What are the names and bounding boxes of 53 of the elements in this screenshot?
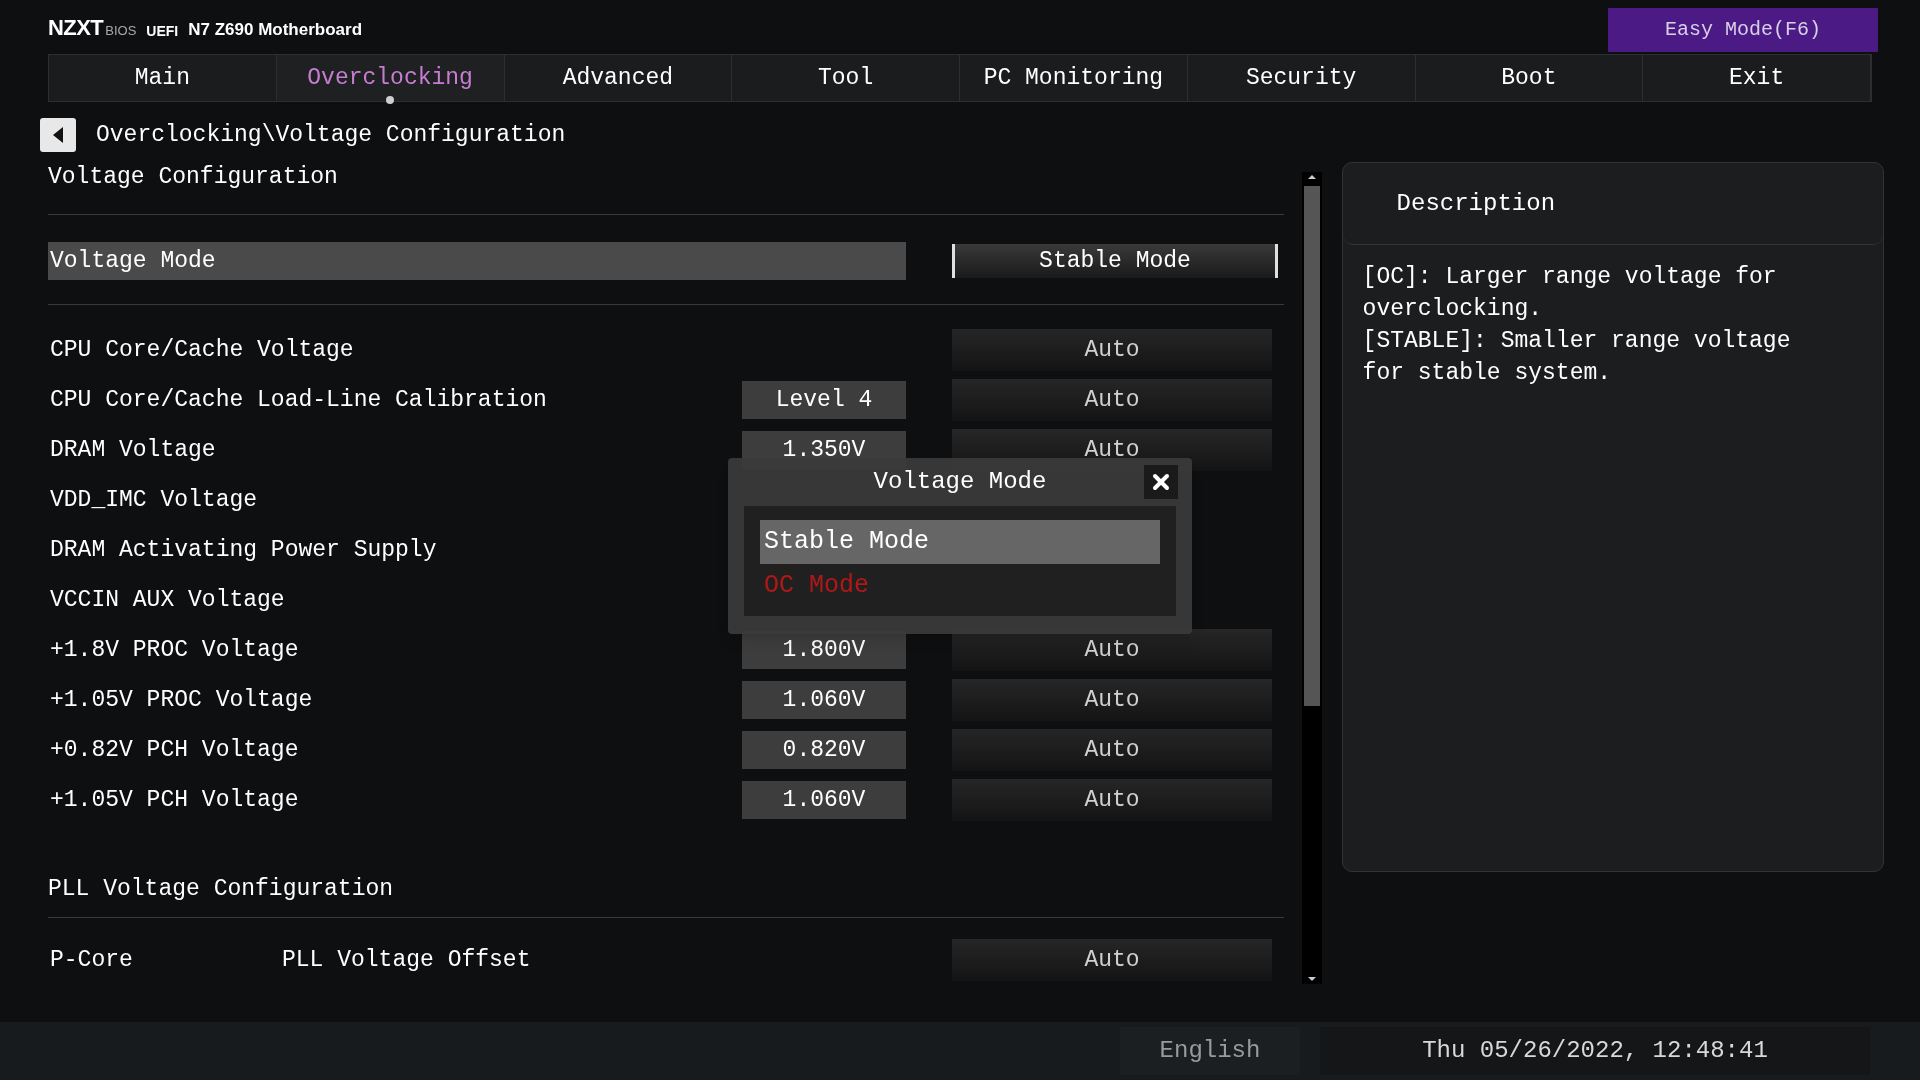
description-title: Description [1396,188,1556,219]
scroll-up-icon[interactable] [1306,172,1317,182]
description-text: [STABLE]: Smaller range voltage for stable system. [1362,327,1792,388]
setting-label: VDD_IMC Voltage [49,485,259,515]
easy-mode-button[interactable]: Easy Mode(F6) [1608,8,1878,52]
setting-label: +1.05V PCH Voltage [49,785,300,815]
selected-indicator-icon [386,96,395,104]
current-value: 1.060V [742,781,906,819]
nav-tab[interactable]: Main [49,55,277,101]
setting-label[interactable]: Voltage Mode [48,242,906,280]
close-button[interactable] [1144,465,1178,499]
brand-logo: NZXT [48,13,104,42]
setting-value-button[interactable]: Auto [952,679,1272,721]
back-arrow-icon [51,126,65,144]
setting-value-button[interactable]: Auto [952,329,1272,371]
scroll-down-icon[interactable] [1306,974,1317,984]
setting-label: P-Core [49,945,134,975]
nav-tab[interactable]: Advanced [504,55,733,101]
setting-value-button[interactable]: Auto [952,939,1272,981]
setting-value-button[interactable]: Auto [952,379,1272,421]
description-text: [OC]: Larger range voltage for overclocking. [1362,263,1778,324]
setting-label: +1.05V PROC Voltage [49,685,314,715]
setting-label: DRAM Voltage [49,435,217,465]
language-selector[interactable]: English [1120,1027,1300,1075]
scrollbar[interactable] [1301,172,1322,984]
setting-label: CPU Core/Cache Load-Line Calibration [49,385,548,415]
current-value: 0.820V [742,731,906,769]
date-time: Thu 05/26/2022, 12:48:41 [1320,1027,1870,1075]
back-button[interactable] [40,118,76,152]
breadcrumb: Overclocking\Voltage Configuration [96,120,566,150]
setting-value-button[interactable]: Stable Mode [952,244,1278,278]
nav-tab[interactable]: Boot [1415,55,1644,101]
current-value: 1.060V [742,681,906,719]
setting-label: PLL Voltage Offset [282,945,532,975]
nav-tab[interactable]: Tool [732,55,960,101]
section-heading: PLL Voltage Configuration [48,874,395,904]
setting-label: +1.8V PROC Voltage [49,635,300,665]
nav-tab[interactable]: Security [1187,55,1416,101]
setting-value-button[interactable]: Auto [952,779,1272,821]
bios-label: BIOS [105,22,137,40]
nav-tab[interactable]: Overclocking [276,55,505,101]
current-value: Level 4 [742,381,906,419]
dialog-option[interactable]: Stable Mode [760,520,1160,564]
nav-tab[interactable]: PC Monitoring [960,55,1188,101]
nav-tab[interactable]: Exit [1643,55,1871,101]
setting-label: +0.82V PCH Voltage [49,735,300,765]
model-name: N7 Z690 Motherboard [188,19,363,41]
uefi-label: UEFI [146,21,179,41]
setting-label: VCCIN AUX Voltage [49,585,286,615]
setting-label: DRAM Activating Power Supply [49,535,438,565]
page-title: Voltage Configuration [48,162,339,192]
setting-label: CPU Core/Cache Voltage [49,335,355,365]
setting-value-button[interactable]: Auto [952,729,1272,771]
